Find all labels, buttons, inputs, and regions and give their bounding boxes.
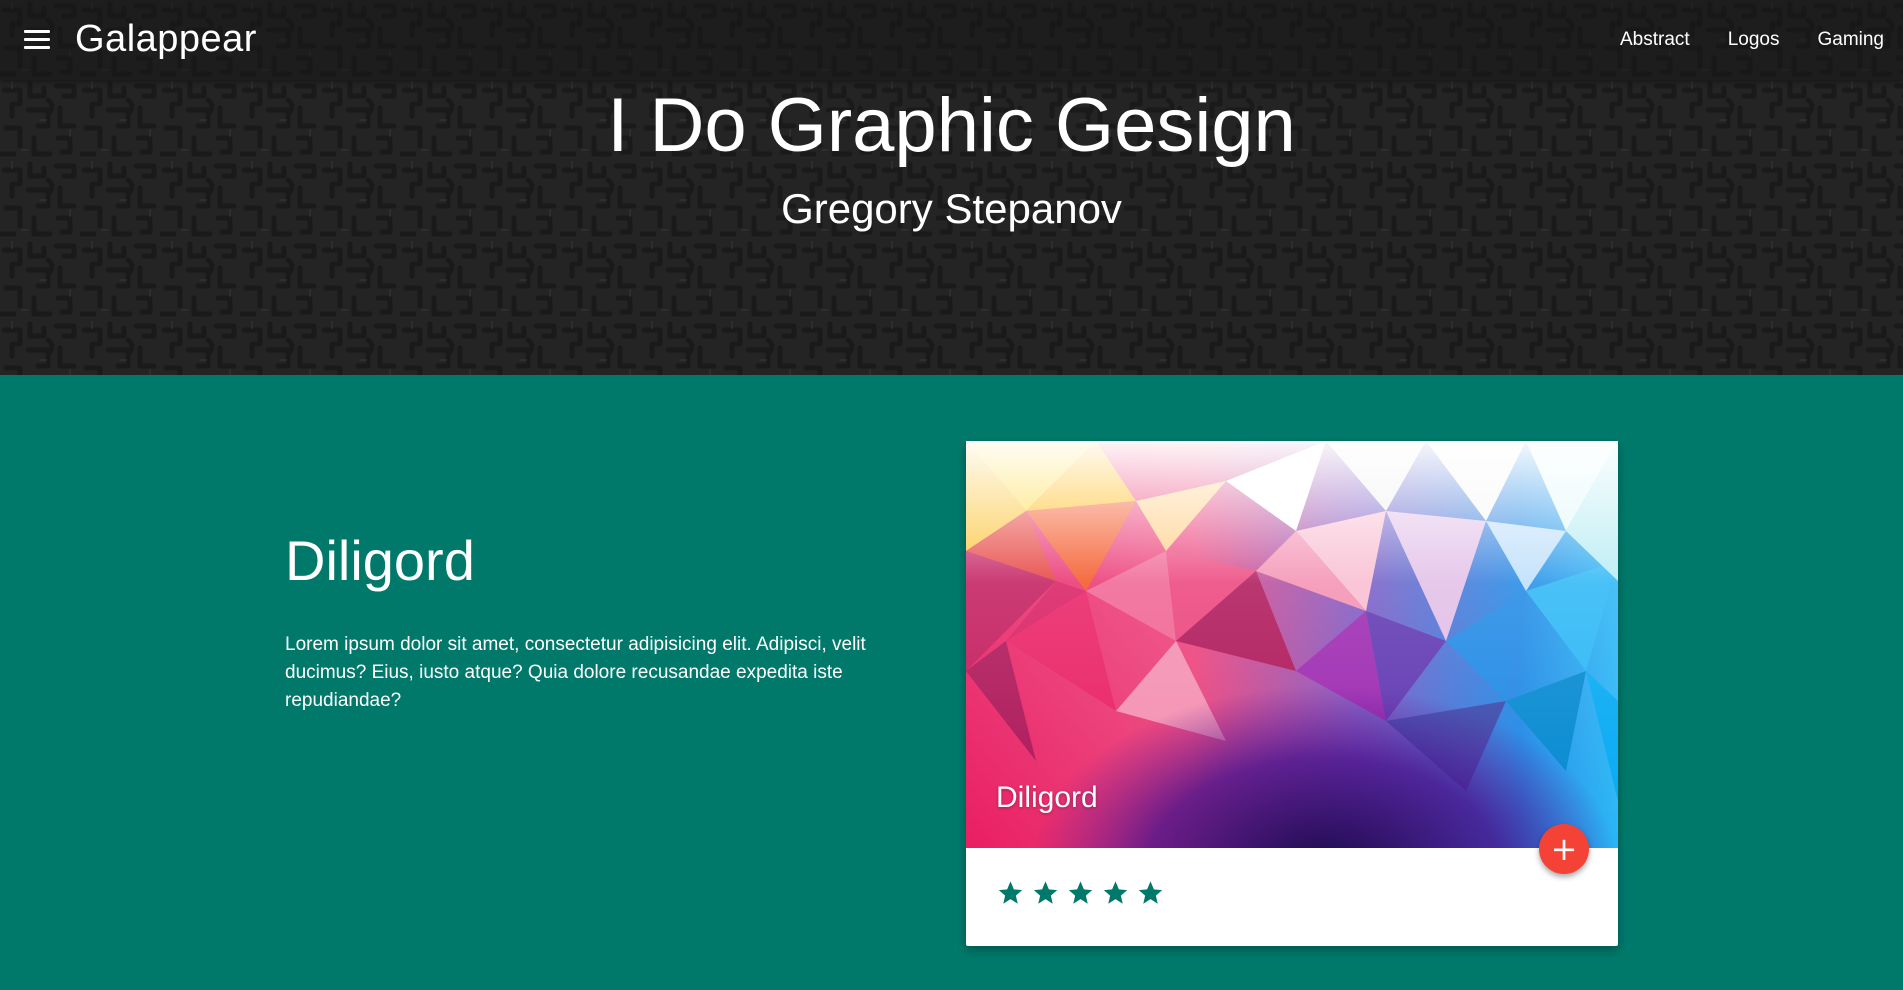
star-rating[interactable] [996, 879, 1165, 907]
nav-link-abstract[interactable]: Abstract [1601, 0, 1709, 80]
nav-link-logos[interactable]: Logos [1709, 0, 1799, 80]
card-image: Diligord [966, 441, 1618, 848]
feature-description: Lorem ipsum dolor sit amet, consectetur … [285, 634, 866, 711]
star-icon[interactable] [1101, 879, 1130, 907]
hero-subtitle: Gregory Stepanov [781, 185, 1122, 232]
project-card[interactable]: Diligord + [966, 441, 1618, 946]
nav-links: Abstract Logos Gaming [1601, 0, 1903, 80]
star-icon[interactable] [996, 879, 1025, 907]
feature-heading: Diligord [285, 529, 475, 592]
star-icon[interactable] [1136, 879, 1165, 907]
nav-link-gaming[interactable]: Gaming [1798, 0, 1903, 80]
hero-title: I Do Graphic Gesign [607, 83, 1296, 168]
navbar: Galappear Abstract Logos Gaming [0, 0, 1903, 80]
brand-logo[interactable]: Galappear [75, 18, 257, 61]
star-icon[interactable] [1031, 879, 1060, 907]
card-title: Diligord [996, 781, 1098, 814]
star-icon[interactable] [1066, 879, 1095, 907]
add-button[interactable]: + [1539, 824, 1589, 874]
menu-icon[interactable] [24, 30, 50, 50]
hero-section: Galappear Abstract Logos Gaming I Do Gra… [0, 0, 1903, 375]
feature-section: Diligord Lorem ipsum dolor sit amet, con… [0, 375, 1903, 990]
